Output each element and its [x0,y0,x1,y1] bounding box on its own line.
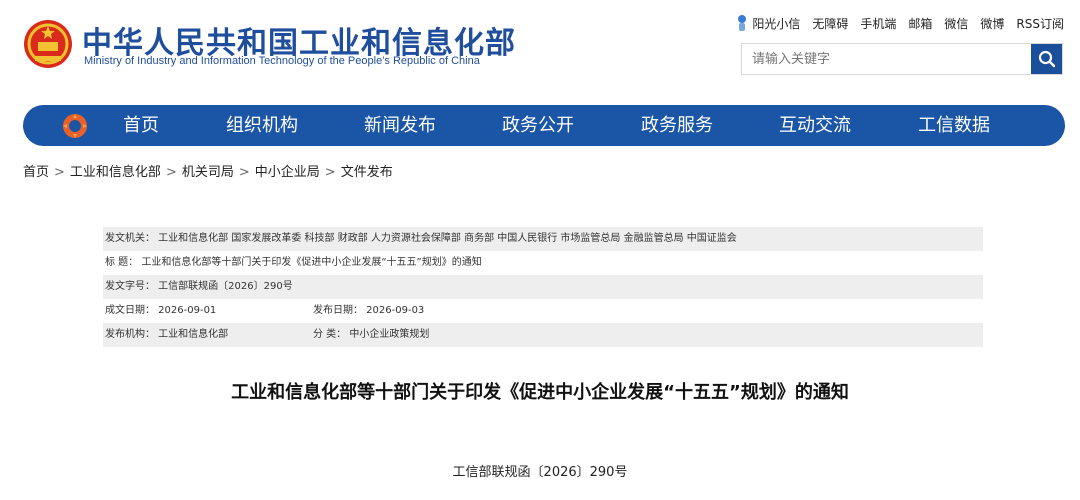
search-box [741,43,1063,75]
toplink-accessibility[interactable]: 无障碍 [812,15,848,32]
breadcrumb-sme-bureau[interactable]: 中小企业局 [255,165,320,180]
breadcrumb-ministry[interactable]: 工业和信息化部 [70,165,161,180]
breadcrumb-separator: > [165,165,177,180]
miit-gear-logo-icon[interactable] [61,112,89,140]
issuer-value: 发文机关： 工业和信息化部 国家发展改革委 科技部 财政部 人力资源社会保障部 … [105,233,737,244]
toplink-wechat[interactable]: 微信 [944,15,968,32]
nav-data[interactable]: 工信数据 [918,105,990,146]
breadcrumb-separator: > [324,165,336,180]
nav-interaction[interactable]: 互动交流 [779,105,851,146]
toplink-mobile[interactable]: 手机端 [860,15,896,32]
breadcrumb-separator: > [238,165,250,180]
document-title: 工业和信息化部等十部门关于印发《促进中小企业发展“十五五”规划》的通知 [231,382,849,403]
created-date: 成文日期： 2026-09-01 [105,305,217,316]
search-button[interactable] [1031,44,1062,74]
info-row-docnum: 发文字号： 工信部联规函〔2026〕290号 [103,275,983,299]
top-links: 阳光小信 无障碍 手机端 邮箱 微信 微博 RSS订阅 [736,14,1064,32]
nav-news[interactable]: 新闻发布 [364,105,436,146]
nav-government-services[interactable]: 政务服务 [641,105,713,146]
nav-organization[interactable]: 组织机构 [226,105,298,146]
published-date: 发布日期： 2026-09-03 [313,305,425,316]
publishing-org: 发布机构： 工业和信息化部 [105,329,229,340]
category: 分 类： 中小企业政策规划 [313,329,430,340]
title-value: 标 题： 工业和信息化部等十部门关于印发《促进中小企业发展“十五五”规划》的通知 [105,257,482,268]
sunshine-mascot-icon [738,15,747,31]
site-header: 中华人民共和国工业和信息化部 Ministry of Industry and … [0,0,1080,100]
toplink-sunshine[interactable]: 阳光小信 [752,15,800,32]
toplink-weibo[interactable]: 微博 [980,15,1004,32]
breadcrumb-home[interactable]: 首页 [23,165,49,180]
search-input[interactable] [742,44,1030,74]
info-row-issuer: 发文机关： 工业和信息化部 国家发展改革委 科技部 财政部 人力资源社会保障部 … [103,227,983,251]
breadcrumb-separator: > [54,165,65,180]
site-title-en: Ministry of Industry and Information Tec… [84,55,480,67]
toplink-rss[interactable]: RSS订阅 [1016,15,1064,32]
nav-government-affairs[interactable]: 政务公开 [502,105,574,146]
breadcrumb: 首页 > 工业和信息化部 > 机关司局 > 中小企业局 > 文件发布 [23,161,393,180]
breadcrumb-file-release[interactable]: 文件发布 [341,165,393,180]
breadcrumb-departments[interactable]: 机关司局 [182,165,234,180]
info-row-dates: 成文日期： 2026-09-01 发布日期： 2026-09-03 [103,299,983,323]
document-info-table: 发文机关： 工业和信息化部 国家发展改革委 科技部 财政部 人力资源社会保障部 … [103,227,983,347]
document-number: 工信部联规函〔2026〕290号 [452,465,628,480]
info-row-org: 发布机构： 工业和信息化部 分 类： 中小企业政策规划 [103,323,983,347]
docnum-value: 发文字号： 工信部联规函〔2026〕290号 [105,281,293,292]
toplink-mail[interactable]: 邮箱 [908,15,932,32]
search-icon [1038,50,1055,68]
info-row-title: 标 题： 工业和信息化部等十部门关于印发《促进中小企业发展“十五五”规划》的通知 [103,251,983,275]
main-nav: 首页 组织机构 新闻发布 政务公开 政务服务 互动交流 工信数据 [23,105,1065,146]
national-emblem-icon [24,20,72,68]
nav-home[interactable]: 首页 [123,105,159,146]
